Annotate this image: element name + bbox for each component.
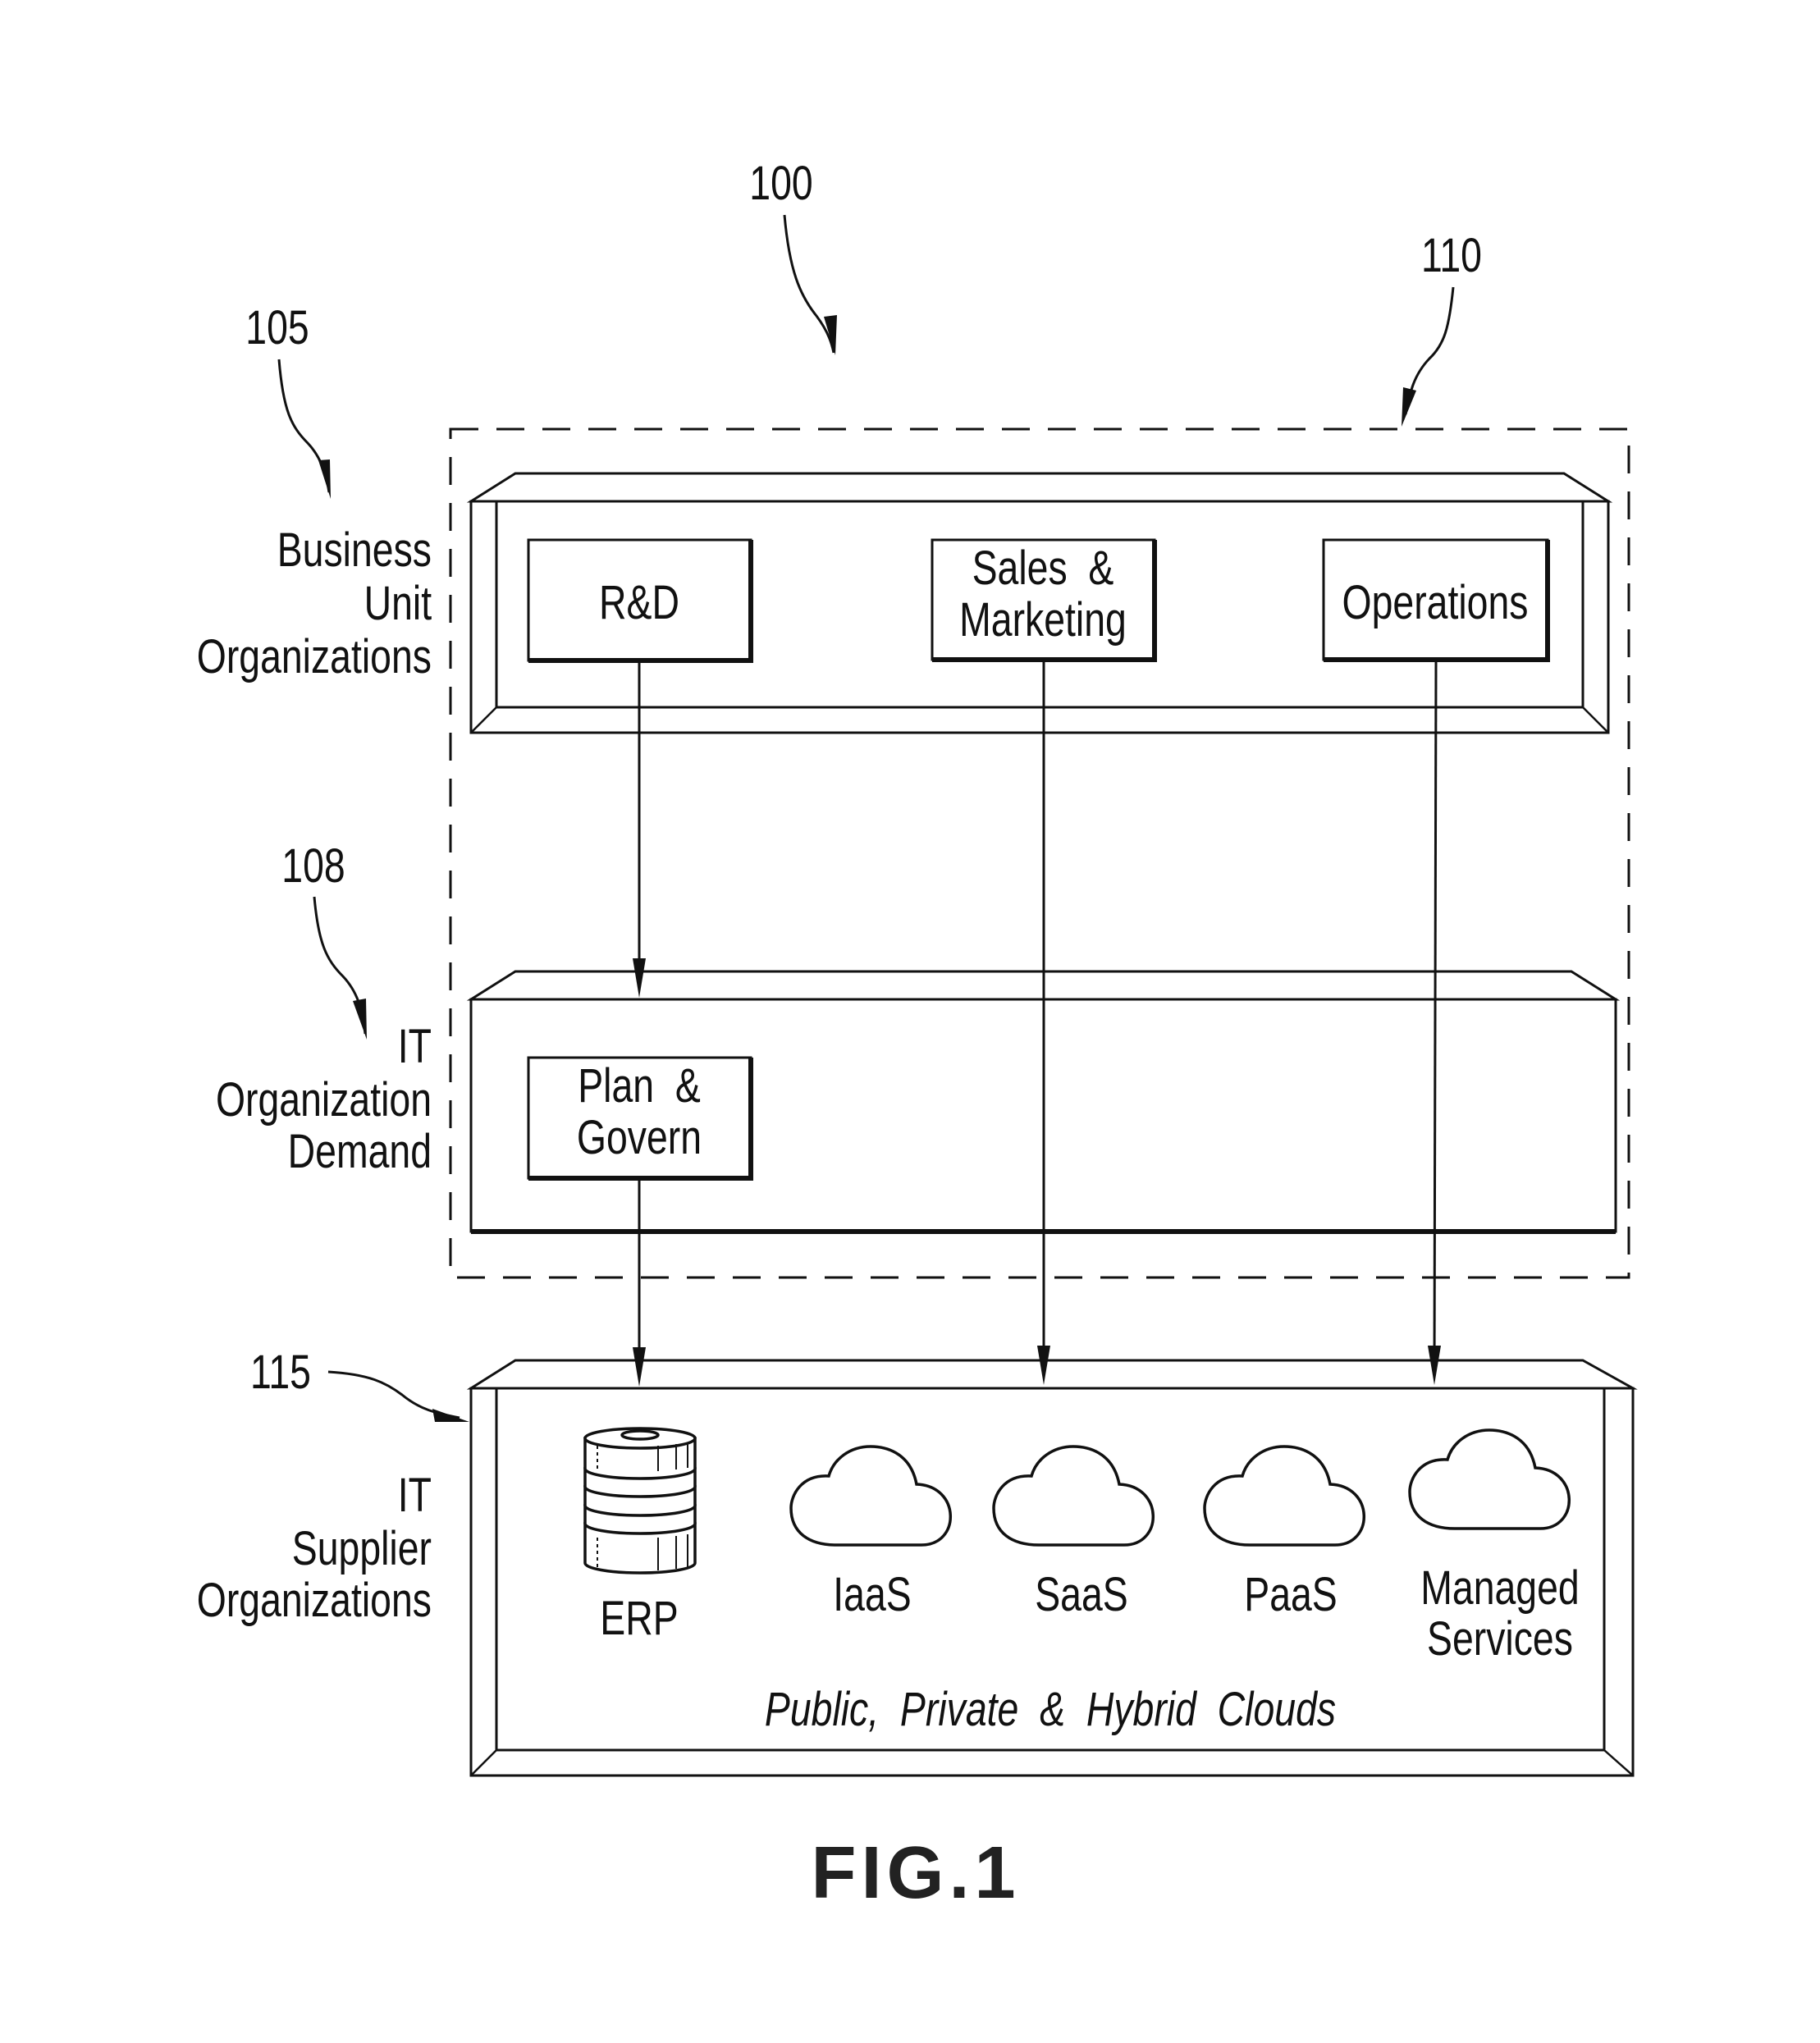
- box-operations-label: Operations: [1342, 576, 1529, 629]
- label-line: Demand: [288, 1125, 432, 1178]
- box-rnd[interactable]: R&D: [527, 538, 753, 663]
- label-line: Business: [277, 523, 432, 577]
- label-line: IT: [398, 1020, 432, 1073]
- ref-100-leader: [783, 214, 835, 354]
- ref-110-label: 110: [1421, 229, 1482, 282]
- ref-108: 108: [281, 839, 367, 1040]
- ref-100: 100: [749, 157, 837, 355]
- patent-figure: 100 110 105 108 115 R&D Sales & Marketin…: [197, 157, 1638, 1914]
- box-rnd-label: R&D: [599, 576, 679, 629]
- service-iaas-label: IaaS: [833, 1568, 911, 1621]
- ref-108-label: 108: [281, 839, 345, 893]
- it-supplier-top-bevel: [466, 1359, 1638, 1390]
- cloud-types-caption: Public, Private & Hybrid Clouds: [765, 1683, 1336, 1736]
- figure-caption: FIG.1: [811, 1832, 1020, 1914]
- ref-100-label: 100: [749, 157, 812, 210]
- ref-115: 115: [250, 1346, 469, 1422]
- label-line: Organization: [216, 1073, 432, 1127]
- box-sales-marketing[interactable]: Sales & Marketing: [931, 538, 1157, 662]
- ref-100-arrowhead: [824, 315, 837, 355]
- box-sales-label-line1: Sales &: [972, 542, 1114, 595]
- service-saas-label: SaaS: [1035, 1568, 1127, 1621]
- ref-115-leader: [327, 1370, 460, 1419]
- box-operations[interactable]: Operations: [1322, 538, 1550, 662]
- it-demand-label: IT Organization Demand: [216, 1020, 432, 1178]
- label-line: Organizations: [197, 1574, 432, 1627]
- business-unit-label: Business Unit Organizations: [197, 523, 432, 683]
- service-managed-label-line2: Services: [1427, 1612, 1573, 1666]
- box-sales-label-line2: Marketing: [959, 593, 1127, 647]
- service-erp-label: ERP: [600, 1592, 678, 1645]
- it-supplier-tier: ERP IaaS SaaS PaaS Managed Services Publ…: [466, 1359, 1638, 1777]
- box-plan-label-line2: Govern: [577, 1111, 702, 1164]
- service-paas-label: PaaS: [1244, 1568, 1337, 1621]
- service-managed-label-line1: Managed: [1420, 1561, 1579, 1615]
- ref-110: 110: [1402, 229, 1482, 427]
- label-line: IT: [398, 1469, 432, 1522]
- ref-110-arrowhead: [1402, 387, 1416, 427]
- box-plan-label-line1: Plan &: [578, 1059, 701, 1113]
- ref-105-arrowhead: [318, 459, 331, 499]
- box-plan-govern[interactable]: Plan & Govern: [527, 1056, 753, 1181]
- ref-105: 105: [245, 301, 331, 499]
- ref-115-label: 115: [250, 1346, 311, 1399]
- business-tier-top-bevel: [466, 472, 1613, 503]
- label-line: Organizations: [197, 630, 432, 683]
- ref-108-arrowhead: [353, 999, 367, 1040]
- database-icon: [583, 1427, 697, 1575]
- label-line: Unit: [364, 577, 432, 630]
- ref-115-arrowhead: [432, 1409, 469, 1422]
- label-line: Supplier: [292, 1522, 432, 1575]
- business-unit-tier: R&D Sales & Marketing Operations: [466, 472, 1613, 734]
- ref-105-label: 105: [245, 301, 309, 354]
- it-supplier-label: IT Supplier Organizations: [197, 1469, 432, 1627]
- ref-105-leader: [277, 359, 331, 493]
